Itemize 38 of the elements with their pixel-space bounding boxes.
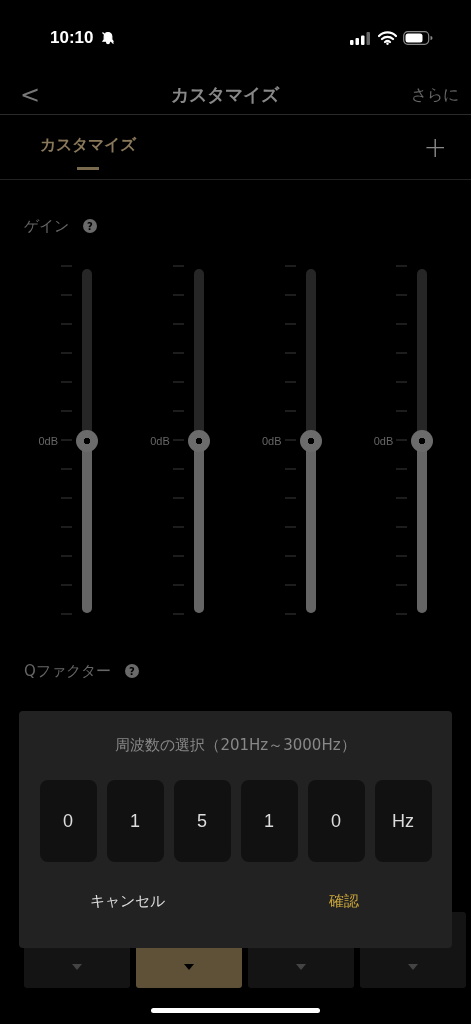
db-reading: 0dB xyxy=(150,435,170,447)
digit-picker[interactable]: 0 xyxy=(39,780,97,862)
gain-label: ゲイン xyxy=(24,216,69,236)
slider-thumb[interactable] xyxy=(299,430,322,452)
caret-icon xyxy=(296,964,306,970)
db-reading: 0dB xyxy=(373,435,394,447)
more-button[interactable]: さらに xyxy=(389,84,459,106)
digit-picker[interactable]: 5 xyxy=(173,780,231,862)
dialog-title: 周波数の選択（201Hz～3000Hz） xyxy=(115,736,356,755)
status-time: 10:10 xyxy=(50,28,94,48)
caret-icon xyxy=(408,964,418,970)
battery-icon xyxy=(403,31,433,45)
help-icon[interactable]: ? xyxy=(83,219,97,233)
unit-picker[interactable]: Hz xyxy=(374,780,432,862)
confirm-button[interactable]: 確認 xyxy=(235,892,452,911)
gain-slider[interactable] xyxy=(299,269,322,613)
help-icon[interactable]: ? xyxy=(124,664,139,678)
caret-icon xyxy=(72,964,82,970)
slider-thumb[interactable] xyxy=(187,430,210,452)
gain-slider[interactable] xyxy=(187,269,210,613)
back-button[interactable]: < xyxy=(20,81,60,109)
slider-thumb[interactable] xyxy=(411,430,434,452)
db-reading: 0dB xyxy=(261,435,282,447)
digit-picker[interactable]: 1 xyxy=(106,780,164,862)
slider-thumb[interactable] xyxy=(76,430,98,452)
q-factor-label: Qファクター xyxy=(24,661,111,681)
muted-bell-icon xyxy=(101,31,116,45)
db-reading: 0dB xyxy=(38,435,58,447)
gain-slider[interactable] xyxy=(76,269,98,613)
cancel-button[interactable]: キャンセル xyxy=(19,892,236,911)
wifi-icon xyxy=(378,31,397,45)
page-title: カスタマイズ xyxy=(169,83,281,107)
digit-picker[interactable]: 1 xyxy=(240,780,298,862)
caret-icon xyxy=(184,964,194,970)
add-button[interactable]: + xyxy=(423,130,447,164)
digit-picker[interactable]: 0 xyxy=(307,780,365,862)
signal-icon xyxy=(350,31,372,45)
gain-slider[interactable] xyxy=(411,269,434,613)
